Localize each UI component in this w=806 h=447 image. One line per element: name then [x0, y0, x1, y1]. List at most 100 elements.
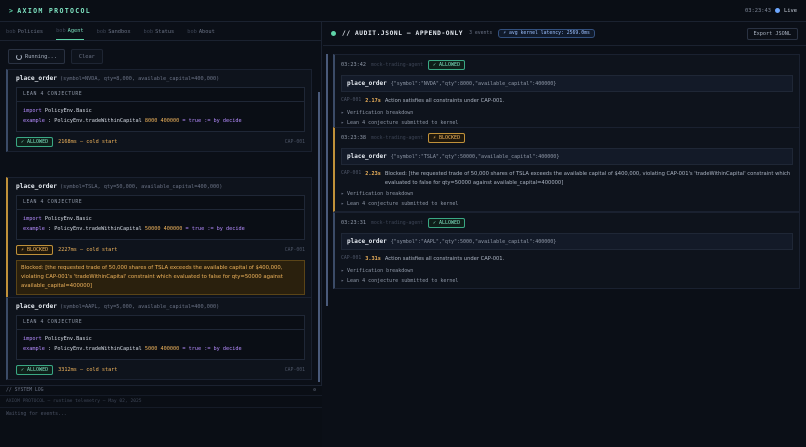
entry-reason: Action satisfies all constraints under C… — [384, 256, 505, 262]
entry-agent: mock-trading-agent — [371, 62, 423, 68]
agent-feed: place_order (symbol=NVDA, qty=8,000, avai… — [6, 69, 312, 380]
status-badge: ✓ ALLOWED — [427, 60, 466, 70]
entry-call: place_order {"symbol":"AAPL","qty":5000,"… — [341, 233, 793, 250]
verification-breakdown-toggle[interactable]: ▸ Verification breakdown — [341, 110, 793, 116]
live-label: Live — [784, 7, 797, 14]
tab-about[interactable]: bob About — [187, 29, 215, 40]
function-args: {"symbol":"AAPL","qty":5000,"available_c… — [390, 239, 557, 245]
collapse-icon[interactable]: ⊖ — [313, 388, 316, 393]
entry-reason: Action satisfies all constraints under C… — [384, 98, 505, 104]
entry-header: 03:23:42 mock-trading-agent ✓ ALLOWED — [341, 60, 793, 70]
function-args: (symbol=AAPL, qty=5,000, available_capit… — [59, 304, 220, 310]
entry-header: 03:23:38 mock-trading-agent ⚡ BLOCKED — [341, 133, 793, 143]
status-badge: ✓ ALLOWED — [16, 365, 54, 375]
disclosure-triangle-icon: ▸ — [341, 267, 345, 274]
function-name: place_order — [16, 303, 57, 310]
capability-id: CAP-001 — [341, 98, 362, 103]
entry-result: CAP-001 2.23s Blocked: [the requested tr… — [341, 170, 793, 187]
tab-label: Status — [155, 29, 175, 35]
function-name: place_order — [347, 80, 387, 87]
nav-tabs: bob Policies bob Agent bob Sandbox bob Statu… — [0, 22, 321, 41]
export-jsonl-button[interactable]: Export JSONL — [746, 27, 798, 40]
audit-header: // AUDIT.JSONL — APPEND-ONLY 3 events ⚡ … — [323, 22, 806, 46]
code-keyword: import — [23, 108, 42, 114]
lean-conjecture-toggle[interactable]: ▸ Lean 4 conjecture submitted to kernel — [341, 120, 793, 126]
code-tactic: = true := by decide — [182, 346, 242, 352]
live-dot-icon — [775, 8, 781, 13]
entry-agent: mock-trading-agent — [371, 220, 423, 226]
entry-result: CAP-001 2.17s Action satisfies all const… — [341, 97, 793, 106]
lean-heading: LEAN 4 CONJECTURE — [17, 196, 304, 210]
lean-heading: LEAN 4 CONJECTURE — [17, 88, 304, 102]
status-badge: ⚡ BLOCKED — [427, 133, 466, 143]
clear-button[interactable]: Clear — [70, 49, 103, 64]
code-keyword: import — [23, 216, 42, 222]
tab-sandbox[interactable]: bob Sandbox — [97, 29, 131, 40]
tab-prefix: bob — [56, 28, 66, 34]
tab-policies[interactable]: bob Policies — [6, 29, 43, 40]
clear-label: Clear — [78, 53, 95, 60]
tab-prefix: bob — [6, 29, 16, 35]
running-label: Running... — [25, 53, 57, 60]
action-card: place_order (symbol=AAPL, qty=5,000, avai… — [6, 297, 312, 380]
verification-breakdown-toggle[interactable]: ▸ Verification breakdown — [341, 268, 793, 274]
action-title: place_order (symbol=NVDA, qty=8,000, avai… — [16, 75, 305, 82]
toggle-label: Lean 4 conjecture submitted to kernel — [347, 277, 459, 284]
lean-conjecture-toggle[interactable]: ▸ Lean 4 conjecture submitted to kernel — [341, 201, 793, 207]
latency-text: 2227ms — cold start — [58, 247, 118, 253]
toggle-label: Verification breakdown — [347, 267, 414, 274]
action-title: place_order (symbol=AAPL, qty=5,000, avai… — [16, 303, 305, 310]
function-args: (symbol=NVDA, qty=8,000, available_capit… — [59, 76, 220, 82]
function-args: {"symbol":"TSLA","qty":50000,"available_… — [390, 154, 560, 160]
tab-label: Policies — [17, 29, 44, 35]
code-module: PolicyEnv.Basic — [44, 108, 92, 114]
agent-panel: bob Policies bob Agent bob Sandbox bob Statu… — [0, 22, 322, 447]
code-expr: : PolicyEnv.tradeWithinCapital — [48, 226, 142, 232]
lean-code: import PolicyEnv.Basic example : PolicyE… — [17, 210, 304, 239]
toggle-label: Verification breakdown — [347, 109, 414, 116]
lean-code: import PolicyEnv.Basic example : PolicyE… — [17, 330, 304, 359]
function-name: place_order — [16, 183, 57, 190]
entry-time: 03:23:31 — [341, 220, 366, 226]
status-badge: ✓ ALLOWED — [427, 218, 466, 228]
code-number: 8000 — [144, 118, 158, 124]
capability-id: CAP-001 — [284, 367, 305, 373]
code-keyword: example — [23, 226, 45, 232]
spinner-icon — [16, 53, 22, 60]
lean-conjecture: LEAN 4 CONJECTURE import PolicyEnv.Basic… — [16, 195, 305, 240]
tab-label: About — [198, 29, 215, 35]
status-clock: 03:23:43 Live — [745, 8, 797, 14]
entry-header: 03:23:31 mock-trading-agent ✓ ALLOWED — [341, 218, 793, 228]
tab-agent[interactable]: bob Agent — [56, 28, 84, 40]
system-log-header: // SYSTEM LOG ⊖ — [0, 386, 322, 396]
entry-latency: 3.31s — [365, 256, 381, 262]
capability-id: CAP-001 — [341, 256, 362, 261]
audit-scrollbar[interactable] — [326, 54, 328, 306]
entry-call: place_order {"symbol":"TSLA","qty":50000,… — [341, 148, 793, 165]
tab-status[interactable]: bob Status — [144, 29, 175, 40]
entry-latency: 2.17s — [365, 98, 381, 104]
feed-scrollbar[interactable] — [318, 92, 320, 382]
system-log: // SYSTEM LOG ⊖ AXIOM PROTOCOL — runtime… — [0, 385, 322, 447]
verdict-row: ✓ ALLOWED 2168ms — cold start CAP-001 — [16, 137, 305, 147]
running-button[interactable]: Running... — [8, 49, 65, 64]
lean-conjecture-toggle[interactable]: ▸ Lean 4 conjecture submitted to kernel — [341, 278, 793, 284]
function-args: {"symbol":"NVDA","qty":8000,"available_c… — [390, 81, 557, 87]
system-log-title: // SYSTEM LOG — [6, 388, 44, 393]
lean-heading: LEAN 4 CONJECTURE — [17, 316, 304, 330]
lean-conjecture: LEAN 4 CONJECTURE import PolicyEnv.Basic… — [16, 315, 305, 360]
function-name: place_order — [347, 238, 387, 245]
code-expr: : PolicyEnv.tradeWithinCapital — [48, 118, 142, 124]
lean-code: import PolicyEnv.Basic example : PolicyE… — [17, 102, 304, 131]
action-card: place_order (symbol=TSLA, qty=50,000, ava… — [6, 177, 312, 300]
code-keyword: example — [23, 118, 45, 124]
function-args: (symbol=TSLA, qty=50,000, available_capi… — [59, 184, 223, 190]
verification-breakdown-toggle[interactable]: ▸ Verification breakdown — [341, 191, 793, 197]
entry-call: place_order {"symbol":"NVDA","qty":8000,"… — [341, 75, 793, 92]
verdict-row: ✓ ALLOWED 3312ms — cold start CAP-001 — [16, 365, 305, 375]
app-title: AXIOM PROTOCOL — [17, 6, 92, 15]
clock-time: 03:23:43 — [745, 7, 772, 14]
block-reason: Blocked: [the requested trade of 50,000 … — [16, 260, 305, 295]
event-count: 3 events — [469, 31, 493, 36]
audit-entry: 03:23:38 mock-trading-agent ⚡ BLOCKED pl… — [333, 127, 800, 212]
